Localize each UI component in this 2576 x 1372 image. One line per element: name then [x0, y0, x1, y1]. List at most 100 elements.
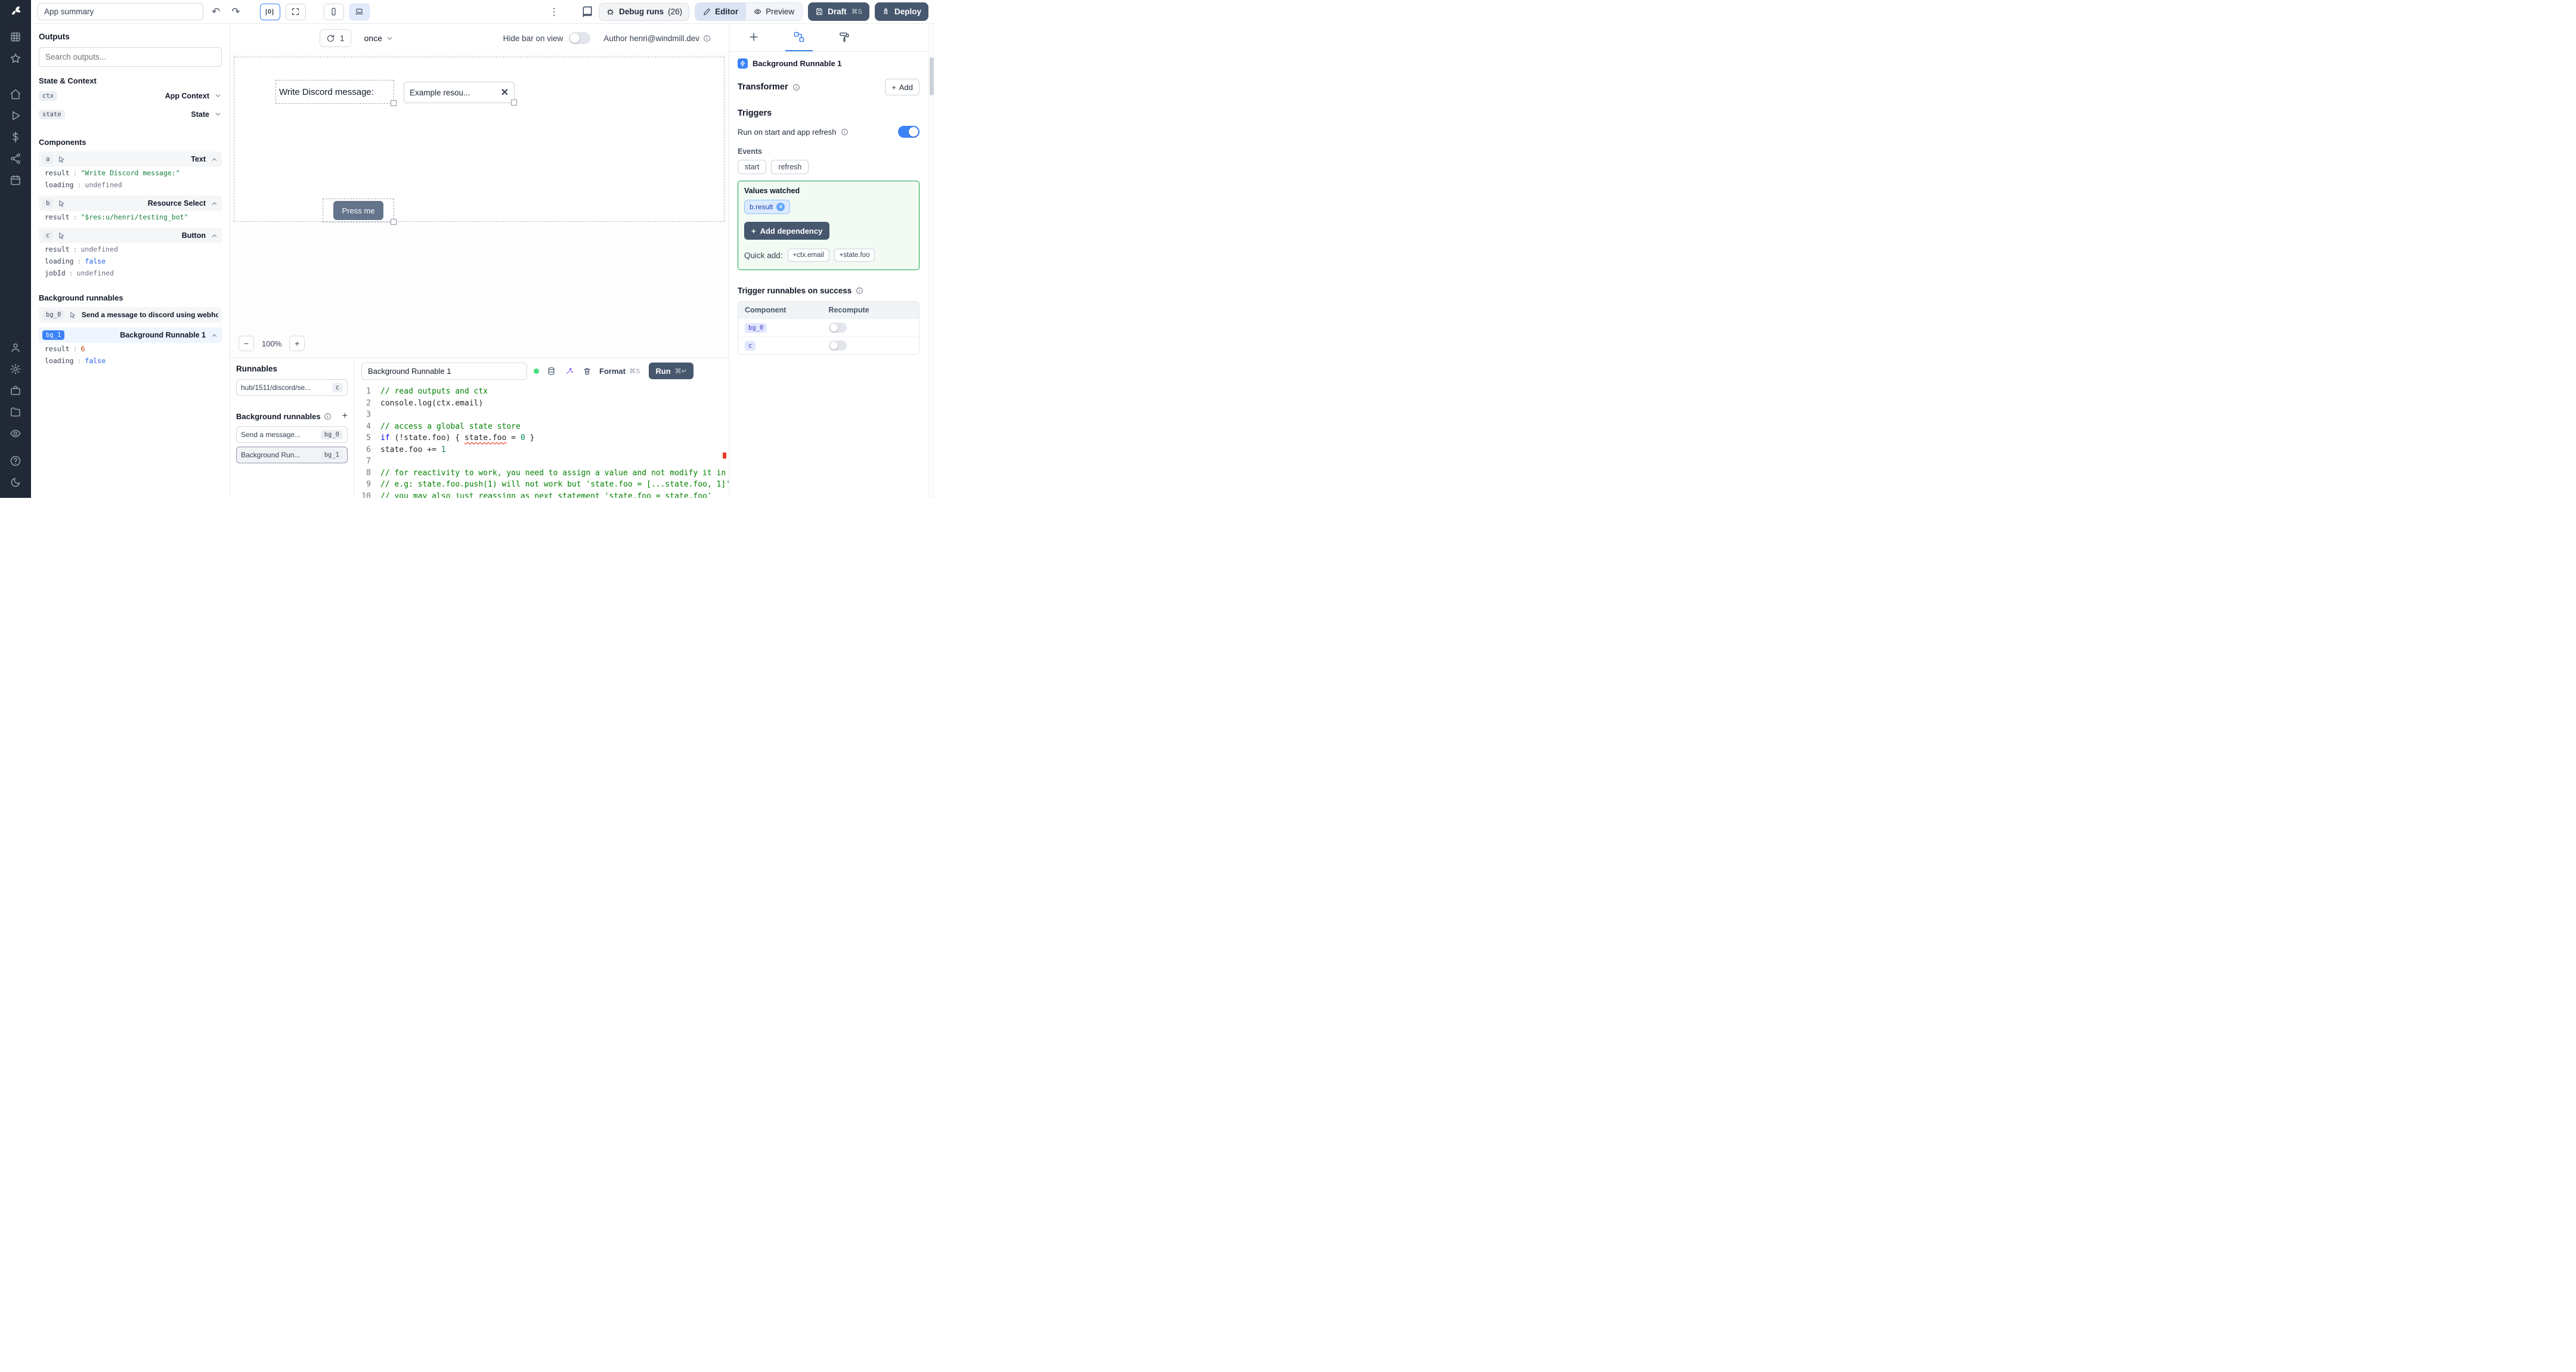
runnable-item[interactable]: Background Run... bg_1: [236, 447, 348, 463]
info-icon[interactable]: [703, 35, 711, 42]
resource-select-component[interactable]: Example resou... ✕: [404, 82, 517, 106]
output-prop[interactable]: result : 6: [39, 343, 222, 355]
recompute-toggle[interactable]: [828, 340, 847, 351]
cache-button[interactable]: [546, 366, 557, 377]
code-line[interactable]: 7: [354, 456, 729, 467]
bg0-header[interactable]: bg_0 Send a message to discord using web…: [39, 307, 222, 323]
output-prop[interactable]: result : "$res:u/henri/testing_bot": [39, 211, 222, 223]
press-me-button[interactable]: Press me: [333, 201, 383, 220]
align-components-button[interactable]: |0|: [259, 3, 280, 20]
zoom-in-button[interactable]: +: [289, 336, 305, 351]
delete-runnable-button[interactable]: [581, 366, 593, 377]
chevron-up-icon[interactable]: [210, 200, 218, 207]
search-outputs-input[interactable]: [39, 47, 222, 67]
output-prop[interactable]: result : "Write Discord message:": [39, 167, 222, 179]
apps-icon[interactable]: [10, 31, 21, 43]
resize-handle[interactable]: [511, 100, 517, 106]
code-line[interactable]: 3: [354, 409, 729, 421]
tab-theme[interactable]: [831, 24, 858, 51]
code-line[interactable]: 2 console.log(ctx.email): [354, 398, 729, 410]
debug-runs-button[interactable]: Debug runs (26): [599, 2, 690, 21]
zoom-out-button[interactable]: −: [239, 336, 254, 351]
runnable-item[interactable]: hub/1511/discord/se... c: [236, 379, 348, 396]
info-icon[interactable]: [856, 287, 863, 295]
tab-component-settings[interactable]: [785, 24, 813, 51]
expand-grid-button[interactable]: [285, 3, 306, 20]
resources-icon[interactable]: [10, 153, 21, 165]
more-menu-icon[interactable]: ⋮: [547, 6, 561, 18]
add-transformer-button[interactable]: + Add: [885, 79, 919, 95]
resize-handle[interactable]: [391, 100, 397, 106]
quick-add-chip[interactable]: +ctx.email: [787, 249, 829, 262]
desktop-view-button[interactable]: [349, 3, 370, 20]
output-prop[interactable]: result : undefined: [39, 243, 222, 255]
favorites-icon[interactable]: [10, 52, 21, 64]
event-chip[interactable]: refresh: [771, 160, 809, 174]
docs-button[interactable]: [581, 6, 593, 18]
event-chip[interactable]: start: [738, 160, 767, 174]
output-prop[interactable]: loading : undefined: [39, 179, 222, 191]
variables-icon[interactable]: [10, 131, 21, 143]
bg1-header[interactable]: bg_1 Background Runnable 1: [39, 327, 222, 343]
run-button[interactable]: Run ⌘↵: [649, 363, 693, 379]
app-summary-input[interactable]: [38, 3, 203, 20]
recompute-toggle[interactable]: [828, 323, 847, 333]
remove-dependency-icon[interactable]: ✕: [776, 203, 785, 211]
code-line[interactable]: 5 if (!state.foo) { state.foo = 0 }: [354, 432, 729, 444]
hide-bar-toggle[interactable]: [569, 32, 591, 44]
redo-icon[interactable]: ↷: [228, 5, 243, 18]
runnable-name-input[interactable]: [361, 362, 527, 380]
theme-icon[interactable]: [10, 476, 21, 488]
button-component[interactable]: Press me: [323, 199, 397, 225]
output-prop[interactable]: loading : false: [39, 355, 222, 367]
tab-editor[interactable]: Editor: [695, 3, 747, 20]
user-icon[interactable]: [10, 342, 21, 354]
info-icon[interactable]: [792, 83, 800, 91]
ctx-row[interactable]: ctx App Context: [39, 88, 222, 104]
deploy-button[interactable]: Deploy: [874, 2, 928, 21]
output-component-a-header[interactable]: a Text: [39, 151, 222, 167]
refresh-button[interactable]: 1: [320, 29, 351, 47]
undo-icon[interactable]: ↶: [209, 5, 223, 18]
ai-assistant-button[interactable]: [564, 366, 575, 377]
schedules-icon[interactable]: [10, 174, 21, 186]
help-icon[interactable]: [10, 455, 21, 467]
code-line[interactable]: 8// for reactivity to work, you need to …: [354, 467, 729, 479]
output-prop[interactable]: loading : false: [39, 255, 222, 267]
schedule-dropdown[interactable]: once: [364, 33, 394, 43]
tab-preview[interactable]: Preview: [746, 3, 803, 20]
run-on-start-toggle[interactable]: [898, 126, 919, 138]
runnable-item[interactable]: Send a message... bg_0: [236, 426, 348, 443]
format-button[interactable]: Format ⌘S: [599, 367, 640, 376]
mobile-view-button[interactable]: [323, 3, 344, 20]
clear-selection-icon[interactable]: ✕: [501, 86, 509, 98]
watched-dependency-chip[interactable]: b.result ✕: [744, 200, 791, 214]
chevron-up-icon[interactable]: [210, 332, 218, 339]
audit-icon[interactable]: [10, 428, 21, 439]
home-icon[interactable]: [10, 88, 21, 100]
output-component-b-header[interactable]: b Resource Select: [39, 196, 222, 211]
output-component-c-header[interactable]: c Button: [39, 228, 222, 243]
scrollbar[interactable]: [928, 24, 935, 498]
chevron-up-icon[interactable]: [210, 156, 218, 163]
add-background-runnable-button[interactable]: +: [342, 411, 348, 421]
code-line[interactable]: 6 state.foo += 1: [354, 444, 729, 456]
scrollbar-thumb[interactable]: [930, 57, 934, 95]
draft-button[interactable]: Draft ⌘S: [808, 2, 869, 21]
code-line[interactable]: 10// you may also just reassign as next …: [354, 491, 729, 498]
workers-icon[interactable]: [10, 385, 21, 397]
settings-icon[interactable]: [10, 363, 21, 375]
state-row[interactable]: state State: [39, 106, 222, 122]
chevron-up-icon[interactable]: [210, 232, 218, 240]
resize-handle[interactable]: [391, 219, 397, 225]
tab-insert-component[interactable]: [740, 24, 767, 51]
app-canvas[interactable]: Write Discord message: Example resou... …: [234, 57, 724, 225]
info-icon[interactable]: [324, 413, 332, 420]
runs-icon[interactable]: [10, 110, 21, 122]
code-area[interactable]: 1// read outputs and ctx 2 console.log(ctx…: [354, 383, 729, 498]
folders-icon[interactable]: [10, 406, 21, 418]
info-icon[interactable]: [841, 128, 849, 136]
output-prop[interactable]: jobId : undefined: [39, 267, 222, 279]
add-dependency-button[interactable]: + Add dependency: [744, 222, 830, 240]
windmill-logo-icon[interactable]: [10, 5, 21, 17]
